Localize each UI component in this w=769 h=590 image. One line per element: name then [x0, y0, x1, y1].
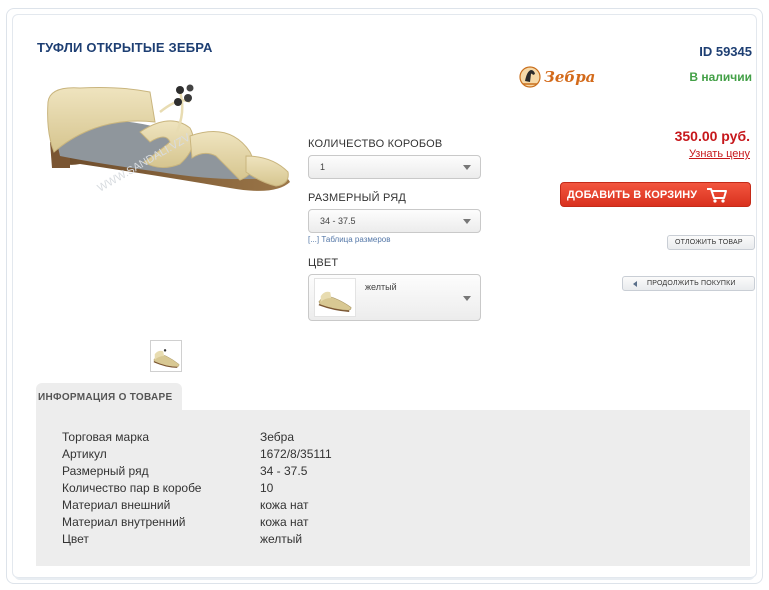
info-value-article: 1672/8/35111 [260, 447, 332, 461]
info-value-size-range: 34 - 37.5 [260, 464, 308, 478]
info-value-brand: Зебра [260, 430, 295, 444]
color-select[interactable]: желтый [308, 274, 481, 321]
info-label-brand: Торговая марка [62, 430, 150, 444]
info-value-pairs-per-box: 10 [260, 481, 274, 495]
boxes-count-label: КОЛИЧЕСТВО КОРОБОВ [308, 138, 443, 150]
size-range-select[interactable]: 34 - 37.5 [308, 209, 481, 233]
info-label-color: Цвет [62, 532, 89, 546]
arrow-left-icon [633, 281, 637, 287]
tab-product-info[interactable]: ИНФОРМАЦИЯ О ТОВАРЕ [36, 383, 182, 411]
product-id: ID 59345 [699, 44, 752, 59]
info-value-inner-material: кожа нат [260, 515, 309, 529]
product-title: ТУФЛИ ОТКРЫТЫЕ ЗЕБРА [37, 40, 213, 55]
color-swatch-image [314, 278, 356, 317]
know-price-link[interactable]: Узнать цену [689, 148, 750, 160]
info-label-pairs-per-box: Количество пар в коробе [62, 481, 202, 495]
chevron-down-icon [463, 296, 471, 301]
info-label-inner-material: Материал внутренний [62, 515, 186, 529]
brand-logo[interactable]: Зебра [519, 63, 595, 91]
continue-shopping-button[interactable]: ПРОДОЛЖИТЬ ПОКУПКИ [622, 276, 755, 291]
info-value-outer-material: кожа нат [260, 498, 309, 512]
chevron-down-icon [463, 219, 471, 224]
svg-text:Зебра: Зебра [544, 68, 595, 86]
size-range-value: 34 - 37.5 [320, 216, 356, 226]
info-label-outer-material: Материал внешний [62, 498, 171, 512]
size-range-label: РАЗМЕРНЫЙ РЯД [308, 192, 407, 204]
size-table-link[interactable]: [...] Таблица размеров [308, 235, 391, 244]
postpone-button[interactable]: ОТЛОЖИТЬ ТОВАР [667, 235, 755, 250]
boxes-count-select[interactable]: 1 [308, 155, 481, 179]
continue-shopping-label: ПРОДОЛЖИТЬ ПОКУПКИ [647, 280, 736, 287]
add-to-cart-button[interactable]: ДОБАВИТЬ В КОРЗИНУ [560, 182, 751, 207]
page-frame-bottom [14, 572, 755, 580]
product-main-image[interactable]: WWW.SANDALI.VZV [40, 72, 302, 210]
add-to-cart-label: ДОБАВИТЬ В КОРЗИНУ [567, 189, 698, 201]
chevron-down-icon [463, 165, 471, 170]
boxes-count-value: 1 [320, 162, 326, 172]
color-label: ЦВЕТ [308, 257, 339, 269]
color-value: желтый [365, 282, 397, 292]
product-thumbnail[interactable] [150, 340, 182, 372]
cart-icon [707, 188, 727, 203]
info-label-article: Артикул [62, 447, 107, 461]
product-price: 350.00 руб. [674, 128, 750, 144]
postpone-label: ОТЛОЖИТЬ ТОВАР [675, 239, 743, 246]
info-value-color: желтый [260, 532, 303, 546]
tab-product-info-label: ИНФОРМАЦИЯ О ТОВАРЕ [38, 392, 173, 403]
availability-status: В наличии [689, 70, 752, 84]
info-label-size-range: Размерный ряд [62, 464, 149, 478]
